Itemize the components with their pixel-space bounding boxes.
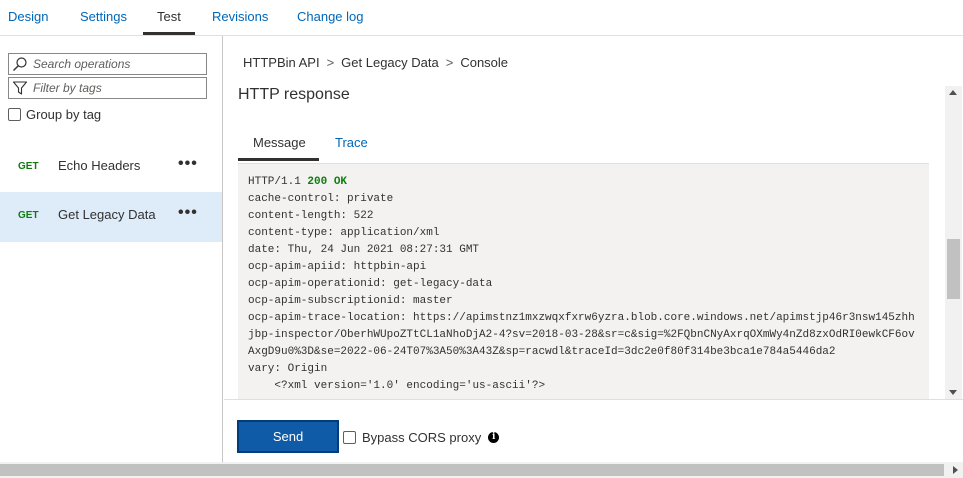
breadcrumb: HTTPBin API > Get Legacy Data > Console xyxy=(243,55,508,70)
group-by-tag-label: Group by tag xyxy=(26,106,102,122)
operations-pane: Group by tag GET Echo Headers ••• GET Ge… xyxy=(0,36,223,462)
filter-by-tags-box[interactable] xyxy=(8,77,207,99)
http-method-badge: GET xyxy=(18,161,39,172)
more-options-icon[interactable]: ••• xyxy=(178,155,198,173)
operation-item-echo-headers[interactable]: GET Echo Headers ••• xyxy=(0,143,222,193)
breadcrumb-api[interactable]: HTTPBin API xyxy=(243,55,320,70)
search-icon xyxy=(13,57,27,71)
more-options-icon[interactable]: ••• xyxy=(178,204,198,222)
operation-item-get-legacy-data[interactable]: GET Get Legacy Data ••• xyxy=(0,192,222,242)
response-header-line: content-length: 522 xyxy=(248,210,374,222)
filter-by-tags-input[interactable] xyxy=(33,80,203,96)
top-tab-bar: Design Settings Test Revisions Change lo… xyxy=(0,0,963,36)
horizontal-scrollbar[interactable] xyxy=(0,462,963,478)
http-method-badge: GET xyxy=(18,210,39,221)
active-response-tab-indicator xyxy=(238,158,319,161)
vertical-scrollbar[interactable] xyxy=(945,86,962,399)
response-header-line: cache-control: private xyxy=(248,193,394,205)
filter-icon xyxy=(12,81,28,95)
scrollbar-thumb[interactable] xyxy=(0,464,944,476)
response-body-line: <?xml version='1.0' encoding='us-ascii'?… xyxy=(248,380,546,392)
response-header-line: ocp-apim-operationid: get-legacy-data xyxy=(248,278,493,290)
scroll-right-icon[interactable] xyxy=(953,466,958,474)
response-header-line: ocp-apim-trace-location: https://apimstn… xyxy=(248,312,915,358)
response-header-line: date: Thu, 24 Jun 2021 08:27:31 GMT xyxy=(248,244,480,256)
tab-settings[interactable]: Settings xyxy=(80,9,127,24)
breadcrumb-operation[interactable]: Get Legacy Data xyxy=(341,55,439,70)
operation-name: Get Legacy Data xyxy=(58,207,156,222)
active-tab-indicator xyxy=(143,32,195,35)
breadcrumb-console: Console xyxy=(460,55,509,70)
send-button[interactable]: Send xyxy=(237,420,339,453)
bypass-cors-checkbox[interactable] xyxy=(343,431,356,444)
scroll-down-icon[interactable] xyxy=(949,390,957,395)
tab-message[interactable]: Message xyxy=(253,135,306,150)
scroll-up-icon[interactable] xyxy=(949,90,957,95)
response-message-body: HTTP/1.1 200 OK cache-control: private con… xyxy=(238,163,929,399)
tab-trace[interactable]: Trace xyxy=(335,135,368,150)
bypass-cors-toggle[interactable]: Bypass CORS proxy i xyxy=(343,430,500,445)
group-by-tag-checkbox[interactable] xyxy=(8,107,21,121)
response-tab-bar: Message Trace xyxy=(238,131,928,161)
action-bar: Send Bypass CORS proxy i xyxy=(224,399,963,462)
breadcrumb-separator: > xyxy=(326,55,335,70)
info-icon[interactable]: i xyxy=(488,432,500,443)
response-header-line: content-type: application/xml xyxy=(248,227,440,239)
breadcrumb-separator: > xyxy=(445,55,454,70)
tab-change-log[interactable]: Change log xyxy=(297,9,364,24)
tab-design[interactable]: Design xyxy=(8,9,48,24)
http-response-heading: HTTP response xyxy=(238,86,350,103)
operation-name: Echo Headers xyxy=(58,158,141,173)
bypass-cors-label: Bypass CORS proxy xyxy=(362,430,482,445)
status-code: 200 OK xyxy=(307,176,348,188)
response-header-line: ocp-apim-subscriptionid: master xyxy=(248,295,453,307)
group-by-tag-toggle[interactable]: Group by tag xyxy=(8,106,101,122)
tab-test[interactable]: Test xyxy=(157,9,181,24)
status-line: HTTP/1.1 200 OK xyxy=(248,176,348,188)
response-header-line: vary: Origin xyxy=(248,363,328,375)
search-operations-box[interactable] xyxy=(8,53,207,75)
tab-revisions[interactable]: Revisions xyxy=(212,9,268,24)
scrollbar-thumb[interactable] xyxy=(947,239,960,299)
console-content: HTTP response Message Trace HTTP/1.1 200… xyxy=(224,86,963,399)
response-header-line: ocp-apim-apiid: httpbin-api xyxy=(248,261,427,273)
search-operations-input[interactable] xyxy=(33,56,203,72)
